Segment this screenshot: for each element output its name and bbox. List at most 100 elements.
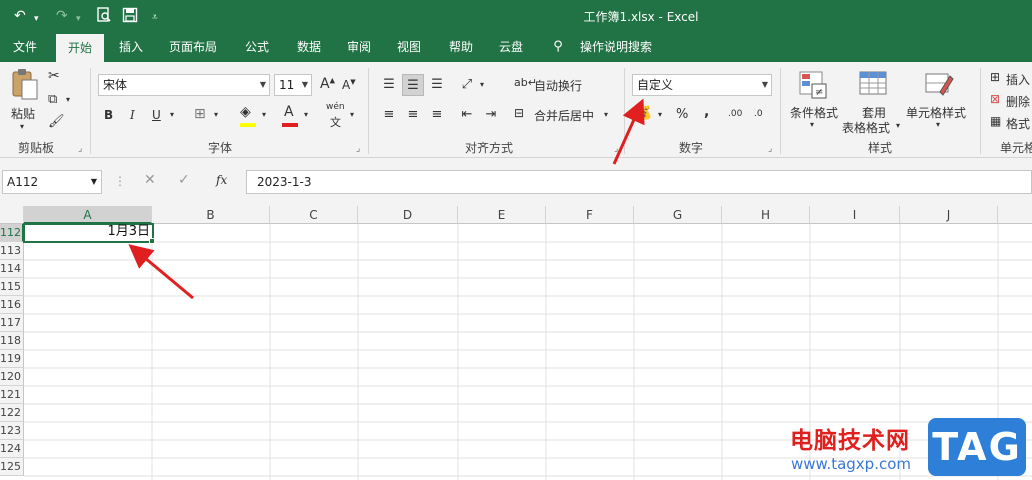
percent-button[interactable]: % (676, 107, 688, 122)
delete-cells-icon[interactable]: ⊠ (990, 92, 1000, 106)
fill-color-dropdown-icon[interactable]: ▾ (262, 110, 266, 119)
orientation-icon[interactable]: ⤢ (456, 74, 478, 96)
more-icon[interactable]: ⋮ (114, 174, 126, 188)
chevron-down-icon[interactable]: ▼ (91, 171, 97, 193)
font-launcher-icon[interactable]: ⌟ (356, 144, 360, 154)
row-header[interactable]: 112 (0, 224, 24, 242)
font-name-combo[interactable]: 宋体 ▼ (98, 74, 270, 96)
fill-color-icon[interactable]: ◈ (240, 104, 251, 120)
tab-review[interactable]: 审阅 (338, 32, 380, 62)
font-color-dropdown-icon[interactable]: ▾ (304, 110, 308, 119)
cell-styles-dropdown-icon[interactable]: ▾ (936, 120, 940, 129)
bold-button[interactable]: B (104, 108, 113, 122)
tab-cloud[interactable]: 云盘 (490, 32, 532, 62)
merge-dropdown-icon[interactable]: ▾ (604, 110, 608, 119)
row-header[interactable]: 125 (0, 458, 24, 476)
copy-dropdown-icon[interactable]: ▾ (66, 95, 70, 104)
active-cell-a112[interactable]: 1月3日 (23, 223, 154, 243)
tab-file[interactable]: 文件 (0, 32, 50, 62)
tab-formulas[interactable]: 公式 (236, 32, 278, 62)
align-top-icon[interactable]: ☰ (378, 74, 400, 96)
formula-input[interactable]: 2023-1-3 (246, 170, 1032, 194)
align-center-icon[interactable]: ≡ (402, 104, 424, 126)
decrease-indent-icon[interactable]: ⇤ (456, 104, 478, 126)
insert-cells-button[interactable]: 插入 (1006, 71, 1030, 88)
align-left-icon[interactable]: ≡ (378, 104, 400, 126)
merge-center-button[interactable]: 合并后居中 (534, 107, 594, 124)
align-middle-icon[interactable]: ☰ (402, 74, 424, 96)
fill-handle[interactable] (149, 238, 155, 244)
column-header-i[interactable]: I (810, 206, 900, 224)
accounting-format-icon[interactable]: 💰 (636, 106, 652, 121)
tab-help[interactable]: 帮助 (440, 32, 482, 62)
cell-styles-button[interactable]: 单元格样式 (906, 104, 966, 121)
insert-function-button[interactable]: fx (216, 173, 227, 187)
cancel-icon[interactable]: ✕ (144, 172, 156, 188)
format-as-table-icon[interactable] (858, 70, 888, 103)
tab-page-layout[interactable]: 页面布局 (162, 32, 224, 62)
phonetic-button[interactable]: wén (326, 102, 345, 112)
align-right-icon[interactable]: ≡ (426, 104, 448, 126)
row-header[interactable]: 123 (0, 422, 24, 440)
paste-icon[interactable] (10, 68, 40, 102)
phonetic-dropdown-icon[interactable]: ▾ (350, 110, 354, 119)
select-all-corner[interactable] (0, 206, 24, 224)
column-header-g[interactable]: G (634, 206, 722, 224)
increase-indent-icon[interactable]: ⇥ (480, 104, 502, 126)
format-table-dropdown-icon[interactable]: ▾ (896, 121, 900, 130)
font-color-button[interactable]: A (284, 104, 294, 120)
name-box[interactable]: A112 ▼ (2, 170, 102, 194)
row-header[interactable]: 114 (0, 260, 24, 278)
wrap-text-button[interactable]: 自动换行 (534, 77, 582, 94)
column-header-e[interactable]: E (458, 206, 546, 224)
underline-button[interactable]: U (152, 108, 161, 122)
number-format-combo[interactable]: 自定义 ▼ (632, 74, 772, 96)
row-header[interactable]: 120 (0, 368, 24, 386)
format-cells-icon[interactable]: ▦ (990, 114, 1001, 128)
orientation-dropdown-icon[interactable]: ▾ (480, 80, 484, 89)
comma-button[interactable]: , (704, 104, 709, 120)
column-header-h[interactable]: H (722, 206, 810, 224)
column-header-d[interactable]: D (358, 206, 458, 224)
grow-font-button[interactable]: A▲ (320, 76, 335, 92)
clipboard-launcher-icon[interactable]: ⌟ (78, 144, 82, 154)
delete-cells-button[interactable]: 删除 (1006, 93, 1030, 110)
increase-decimal-button[interactable]: .00 (728, 109, 742, 119)
tab-insert[interactable]: 插入 (110, 32, 152, 62)
column-header-a[interactable]: A (24, 206, 152, 224)
column-header-f[interactable]: F (546, 206, 634, 224)
row-header[interactable]: 116 (0, 296, 24, 314)
row-header[interactable]: 124 (0, 440, 24, 458)
column-header-k[interactable] (998, 206, 1032, 224)
format-painter-icon[interactable]: 🖌 (48, 114, 65, 129)
borders-dropdown-icon[interactable]: ▾ (214, 110, 218, 119)
tell-me-search[interactable]: 操作说明搜索 (574, 32, 658, 62)
cut-icon[interactable]: ✂ (48, 68, 60, 84)
tab-home[interactable]: 开始 (56, 34, 104, 62)
paste-dropdown-icon[interactable]: ▾ (20, 122, 24, 131)
column-header-j[interactable]: J (900, 206, 998, 224)
row-header[interactable]: 115 (0, 278, 24, 296)
font-size-combo[interactable]: 11 ▼ (274, 74, 312, 96)
row-header[interactable]: 119 (0, 350, 24, 368)
paste-button[interactable]: 粘贴 (11, 105, 35, 122)
conditional-formatting-button[interactable]: 条件格式 (790, 104, 838, 121)
number-launcher-icon[interactable]: ⌟ (768, 144, 772, 154)
accounting-dropdown-icon[interactable]: ▾ (658, 110, 662, 119)
borders-icon[interactable]: ⊞ (194, 106, 206, 122)
row-header[interactable]: 121 (0, 386, 24, 404)
tab-data[interactable]: 数据 (288, 32, 330, 62)
row-header[interactable]: 118 (0, 332, 24, 350)
tab-view[interactable]: 视图 (388, 32, 430, 62)
italic-button[interactable]: I (130, 108, 135, 122)
enter-icon[interactable]: ✓ (178, 172, 190, 188)
row-header[interactable]: 113 (0, 242, 24, 260)
decrease-decimal-button[interactable]: .0 (754, 109, 763, 119)
row-header[interactable]: 117 (0, 314, 24, 332)
alignment-launcher-icon[interactable]: ⌟ (614, 144, 618, 154)
copy-icon[interactable]: ⧉ (48, 92, 57, 107)
column-header-c[interactable]: C (270, 206, 358, 224)
conditional-dropdown-icon[interactable]: ▾ (810, 120, 814, 129)
align-bottom-icon[interactable]: ☰ (426, 74, 448, 96)
row-header[interactable]: 122 (0, 404, 24, 422)
